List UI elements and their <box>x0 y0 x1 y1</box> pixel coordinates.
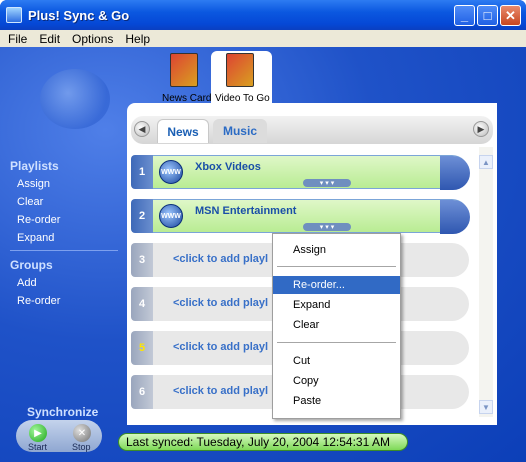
playlist-title: MSN Entertainment <box>195 205 297 217</box>
row-number: 1 <box>131 155 153 189</box>
row-cap <box>440 156 470 190</box>
ctx-assign[interactable]: Assign <box>273 241 400 259</box>
scroll-down-icon[interactable]: ▼ <box>479 400 493 414</box>
expand-handle[interactable]: ▾ ▾ ▾ <box>303 179 351 187</box>
ctx-separator <box>277 266 396 267</box>
start-label: Start <box>28 442 48 452</box>
left-panel: Playlists Assign Clear Re-order Expand G… <box>0 47 126 462</box>
ctx-reorder[interactable]: Re-order... <box>273 276 400 294</box>
playlist-scrollbar[interactable]: ▲ ▼ <box>479 147 493 417</box>
ctx-paste[interactable]: Paste <box>273 392 400 410</box>
add-playlist-prompt[interactable]: <click to add playl <box>173 253 268 265</box>
playlists-heading: Playlists <box>10 159 59 173</box>
ctx-clear[interactable]: Clear <box>273 316 400 334</box>
playlist-row[interactable]: 1 WWW Xbox Videos ▾ ▾ ▾ <box>131 155 477 190</box>
add-playlist-prompt[interactable]: <click to add playl <box>173 341 268 353</box>
sidebar-reorder-link[interactable]: Re-order <box>17 214 60 226</box>
ctx-separator <box>277 342 396 343</box>
close-button[interactable]: ✕ <box>500 5 521 26</box>
row-number: 5 <box>131 331 153 365</box>
news-card-icon[interactable] <box>170 53 198 87</box>
ctx-copy[interactable]: Copy <box>273 372 400 390</box>
x-icon: ✕ <box>77 427 87 439</box>
context-menu: Assign Re-order... Expand Clear Cut Copy… <box>272 233 401 419</box>
app-icon <box>6 7 22 23</box>
stop-button[interactable]: ✕ <box>73 424 91 442</box>
add-playlist-prompt[interactable]: <click to add playl <box>173 385 268 397</box>
menu-bar: File Edit Options Help <box>0 30 526 47</box>
menu-options[interactable]: Options <box>66 32 119 46</box>
tab-music[interactable]: Music <box>213 119 267 143</box>
row-number: 2 <box>131 199 153 233</box>
scroll-right-icon[interactable]: ▶ <box>473 121 489 137</box>
menu-edit[interactable]: Edit <box>33 32 66 46</box>
web-globe-icon: WWW <box>159 160 183 184</box>
app-window: Plus! Sync & Go _ □ ✕ File Edit Options … <box>0 0 526 462</box>
globe-graphic <box>40 69 110 129</box>
title-bar[interactable]: Plus! Sync & Go _ □ ✕ <box>0 0 526 30</box>
menu-file[interactable]: File <box>2 32 33 46</box>
sidebar-assign-link[interactable]: Assign <box>17 178 50 190</box>
playlist-title: Xbox Videos <box>195 161 261 173</box>
sidebar-divider <box>10 250 118 251</box>
video-to-go-card-icon[interactable] <box>226 53 254 87</box>
play-icon: ▶ <box>34 427 42 439</box>
playlist-row[interactable]: 2 WWW MSN Entertainment ▾ ▾ ▾ <box>131 199 477 234</box>
menu-help[interactable]: Help <box>119 32 156 46</box>
row-number: 4 <box>131 287 153 321</box>
sidebar-groups-add-link[interactable]: Add <box>17 277 37 289</box>
minimize-button[interactable]: _ <box>454 5 475 26</box>
groups-heading: Groups <box>10 258 53 272</box>
start-button[interactable]: ▶ <box>29 424 47 442</box>
sidebar-expand-link[interactable]: Expand <box>17 232 54 244</box>
scroll-left-icon[interactable]: ◀ <box>134 121 150 137</box>
row-body[interactable]: WWW MSN Entertainment ▾ ▾ ▾ <box>153 199 470 234</box>
status-bar: Last synced: Tuesday, July 20, 2004 12:5… <box>118 433 408 451</box>
sidebar-clear-link[interactable]: Clear <box>17 196 43 208</box>
synchronize-heading: Synchronize <box>27 405 99 419</box>
maximize-button[interactable]: □ <box>477 5 498 26</box>
window-title: Plus! Sync & Go <box>28 7 130 23</box>
tab-news[interactable]: News <box>157 119 209 143</box>
expand-handle[interactable]: ▾ ▾ ▾ <box>303 223 351 231</box>
row-number: 6 <box>131 375 153 409</box>
ctx-expand[interactable]: Expand <box>273 296 400 314</box>
row-number: 3 <box>131 243 153 277</box>
web-globe-icon: WWW <box>159 204 183 228</box>
scroll-up-icon[interactable]: ▲ <box>479 155 493 169</box>
row-cap <box>440 200 470 234</box>
client-area: Playlists Assign Clear Re-order Expand G… <box>0 47 526 462</box>
stop-label: Stop <box>72 442 91 452</box>
sidebar-groups-reorder-link[interactable]: Re-order <box>17 295 60 307</box>
row-body[interactable]: WWW Xbox Videos ▾ ▾ ▾ <box>153 155 470 190</box>
ctx-cut[interactable]: Cut <box>273 352 400 370</box>
add-playlist-prompt[interactable]: <click to add playl <box>173 297 268 309</box>
